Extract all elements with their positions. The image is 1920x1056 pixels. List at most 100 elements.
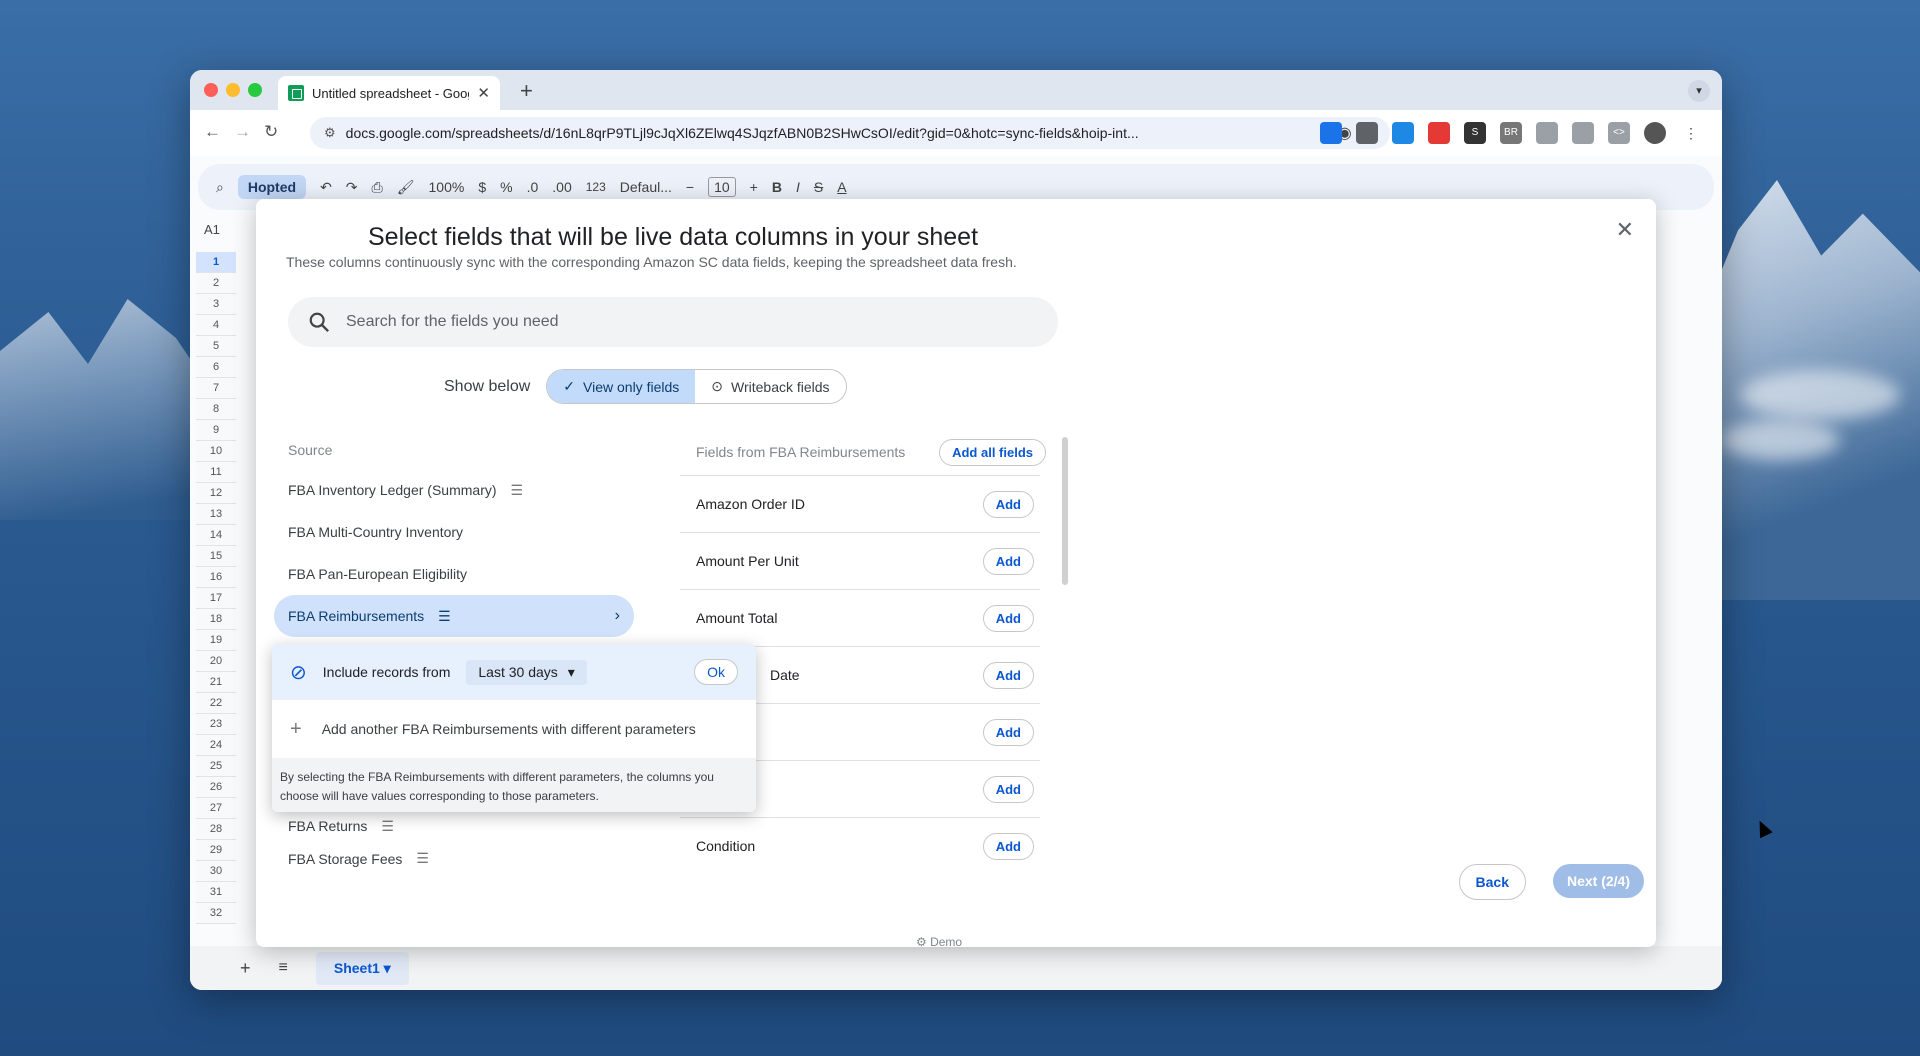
tune-icon[interactable]: ☰ — [438, 608, 451, 625]
row-number[interactable]: 11 — [196, 462, 236, 483]
row-number[interactable]: 2 — [196, 273, 236, 294]
add-field-button[interactable]: Add — [982, 661, 1034, 689]
name-box[interactable]: A1 — [204, 222, 220, 237]
extension-icon[interactable] — [1320, 122, 1342, 144]
screenshot-icon[interactable] — [1572, 122, 1594, 144]
reload-icon[interactable]: ↻ — [264, 122, 278, 142]
italic-icon[interactable]: I — [796, 179, 800, 195]
extension-icon[interactable] — [1428, 122, 1450, 144]
row-number[interactable]: 13 — [196, 504, 236, 525]
close-tab-icon[interactable]: ✕ — [477, 84, 490, 102]
percent-button[interactable]: % — [500, 179, 512, 195]
row-number[interactable]: 32 — [196, 903, 236, 924]
add-field-button[interactable]: Add — [982, 832, 1034, 860]
row-number[interactable]: 22 — [196, 693, 236, 714]
undo-icon[interactable]: ↶ — [320, 179, 332, 196]
source-item[interactable]: FBA Inventory Ledger (Summary) ☰ — [274, 469, 634, 511]
row-number[interactable]: 20 — [196, 651, 236, 672]
back-arrow-icon[interactable]: ← — [204, 122, 221, 142]
next-button[interactable]: Next (2/4) — [1552, 864, 1644, 898]
browser-tab[interactable]: Untitled spreadsheet - Googl ✕ — [278, 76, 500, 110]
extension-icon[interactable]: S — [1464, 122, 1486, 144]
row-number[interactable]: 14 — [196, 525, 236, 546]
search-input[interactable] — [346, 313, 1038, 331]
add-all-fields-button[interactable]: Add all fields — [939, 438, 1046, 466]
forward-arrow-icon[interactable]: → — [234, 122, 251, 142]
increase-decimal-button[interactable]: .00 — [552, 179, 571, 195]
add-field-button[interactable]: Add — [982, 604, 1034, 632]
row-number[interactable]: 29 — [196, 840, 236, 861]
zoom-select[interactable]: 100% — [429, 179, 465, 195]
font-select[interactable]: Defaul... — [620, 179, 672, 195]
row-number[interactable]: 19 — [196, 630, 236, 651]
row-number[interactable]: 4 — [196, 315, 236, 336]
row-number[interactable]: 24 — [196, 735, 236, 756]
search-menus-icon[interactable]: ⌕ — [216, 179, 224, 196]
row-number[interactable]: 3 — [196, 294, 236, 315]
currency-button[interactable]: $ — [478, 179, 486, 195]
all-sheets-icon[interactable]: ≡ — [279, 959, 288, 977]
strikethrough-icon[interactable]: S — [814, 179, 823, 195]
puzzle-icon[interactable] — [1536, 122, 1558, 144]
back-button[interactable]: Back — [1458, 864, 1526, 900]
extension-icon[interactable] — [1356, 122, 1378, 144]
row-number[interactable]: 10 — [196, 441, 236, 462]
bold-icon[interactable]: B — [772, 179, 782, 195]
row-number[interactable]: 25 — [196, 756, 236, 777]
font-size-plus-icon[interactable]: + — [750, 179, 758, 195]
decrease-decimal-button[interactable]: .0 — [527, 179, 539, 195]
new-tab-icon[interactable]: + — [520, 78, 533, 104]
row-number[interactable]: 7 — [196, 378, 236, 399]
tab-search-icon[interactable]: ▾ — [1688, 80, 1710, 102]
row-number[interactable]: 9 — [196, 420, 236, 441]
font-size-field[interactable]: 10 — [708, 177, 736, 197]
source-item-selected[interactable]: FBA Reimbursements ☰ › — [274, 595, 634, 637]
sheet-tab[interactable]: Sheet1 ▾ — [315, 951, 409, 985]
source-item[interactable]: FBA Storage Fees ☰ — [274, 847, 634, 867]
maximize-window-button[interactable] — [248, 83, 262, 97]
row-number[interactable]: 8 — [196, 399, 236, 420]
add-another-row[interactable]: + Add another FBA Reimbursements with di… — [272, 700, 756, 758]
row-number[interactable]: 1 — [196, 252, 236, 273]
tune-icon[interactable]: ☰ — [416, 850, 429, 867]
row-number[interactable]: 17 — [196, 588, 236, 609]
fields-scrollbar[interactable] — [1062, 437, 1068, 585]
extension-icon[interactable] — [1392, 122, 1414, 144]
hopted-button[interactable]: Hopted — [237, 175, 307, 199]
row-number[interactable]: 6 — [196, 357, 236, 378]
tune-icon[interactable]: ☰ — [511, 482, 524, 499]
more-menu-icon[interactable]: ⋮ — [1680, 122, 1702, 144]
row-number[interactable]: 12 — [196, 483, 236, 504]
row-number[interactable]: 30 — [196, 861, 236, 882]
row-number[interactable]: 15 — [196, 546, 236, 567]
url-field[interactable]: ⚙ docs.google.com/spreadsheets/d/16nL8qr… — [310, 117, 1390, 149]
date-range-select[interactable]: Last 30 days ▾ — [466, 659, 587, 685]
row-number[interactable]: 27 — [196, 798, 236, 819]
paint-format-icon[interactable]: 🖌 — [397, 179, 415, 196]
view-only-fields-button[interactable]: ✓ View only fields — [547, 370, 696, 403]
add-field-button[interactable]: Add — [982, 718, 1034, 746]
row-number[interactable]: 28 — [196, 819, 236, 840]
source-item[interactable]: FBA Pan-European Eligibility — [274, 553, 634, 595]
add-field-button[interactable]: Add — [982, 490, 1034, 518]
close-icon[interactable]: ✕ — [1616, 217, 1634, 243]
source-item[interactable]: FBA Multi-Country Inventory — [274, 511, 634, 553]
close-window-button[interactable] — [204, 83, 218, 97]
redo-icon[interactable]: ↷ — [346, 179, 358, 196]
row-number[interactable]: 23 — [196, 714, 236, 735]
row-number[interactable]: 5 — [196, 336, 236, 357]
font-size-minus-icon[interactable]: − — [686, 179, 694, 195]
row-number[interactable]: 31 — [196, 882, 236, 903]
minimize-window-button[interactable] — [226, 83, 240, 97]
extension-icon[interactable]: BR — [1500, 122, 1522, 144]
writeback-fields-button[interactable]: ⊙ Writeback fields — [695, 370, 845, 403]
text-color-icon[interactable]: A — [837, 179, 846, 195]
row-number[interactable]: 26 — [196, 777, 236, 798]
row-number[interactable]: 21 — [196, 672, 236, 693]
add-field-button[interactable]: Add — [982, 547, 1034, 575]
print-icon[interactable]: ⎙ — [372, 179, 383, 196]
code-icon[interactable]: <> — [1608, 122, 1630, 144]
row-number[interactable]: 18 — [196, 609, 236, 630]
site-info-icon[interactable]: ⚙ — [324, 125, 336, 141]
tune-icon[interactable]: ☰ — [381, 818, 394, 835]
